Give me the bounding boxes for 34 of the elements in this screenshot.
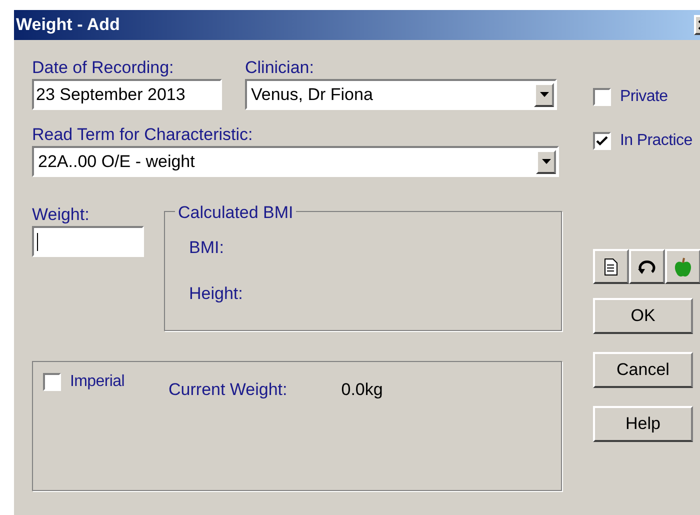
dropdown-button[interactable]	[534, 82, 554, 106]
dialog-button[interactable]: Cancel	[593, 352, 693, 388]
caret-icon	[542, 159, 550, 164]
current-weight-value: 0.0kg	[341, 379, 383, 401]
field-label: Current Weight:	[168, 379, 288, 401]
refresh-icon	[637, 258, 657, 276]
caret-icon	[540, 92, 548, 97]
dialog-button[interactable]: OK	[593, 298, 693, 334]
field-label: Clinician:	[245, 57, 315, 79]
field-label: Date of Recording:	[32, 57, 175, 79]
checkbox[interactable]	[593, 88, 611, 106]
weight-field[interactable]	[32, 226, 144, 257]
refresh-button[interactable]	[629, 249, 665, 284]
dropdown-value: Venus, Dr Fiona	[251, 84, 373, 106]
checkbox-label: Private	[620, 87, 668, 107]
apple-button[interactable]	[665, 249, 700, 284]
dropdown-value: 22A..00 O/E - weight	[38, 150, 195, 173]
window-title: Weight - Add	[16, 14, 120, 36]
date-field[interactable]: 23 September 2013	[32, 79, 222, 110]
document-button[interactable]	[593, 249, 629, 284]
field-label: Weight:	[32, 204, 90, 226]
document-icon	[604, 258, 618, 276]
checkbox[interactable]	[593, 132, 611, 150]
dropdown-button[interactable]	[536, 150, 556, 174]
checkbox-label: Imperial	[70, 372, 125, 392]
field-label: Height:	[189, 282, 244, 304]
clinician-dropdown[interactable]: Venus, Dr Fiona	[245, 79, 557, 110]
dialog-button[interactable]: Help	[593, 406, 693, 442]
apple-icon	[673, 256, 693, 278]
field-label: BMI:	[189, 237, 225, 259]
field-label: Read Term for Characteristic:	[32, 124, 254, 146]
read-term-dropdown[interactable]: 22A..00 O/E - weight	[32, 146, 559, 177]
checkbox[interactable]	[43, 373, 61, 391]
checkbox-label: In Practice	[620, 131, 692, 151]
